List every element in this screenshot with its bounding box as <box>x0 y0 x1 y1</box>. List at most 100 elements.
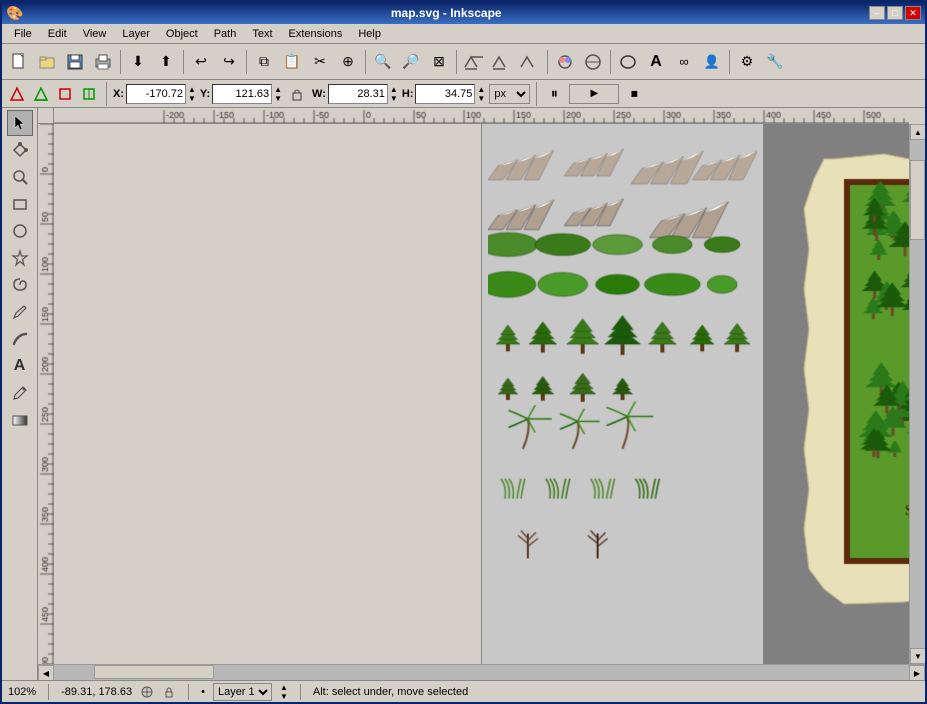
toolbar-sep-8 <box>729 50 730 74</box>
preferences-button[interactable]: 🔧 <box>762 49 788 75</box>
scroll-down-button[interactable]: ▼ <box>910 648 925 664</box>
redo-button[interactable]: ↪ <box>216 49 242 75</box>
main-content-row: ▲ ▼ <box>38 124 925 664</box>
h-spin-up[interactable]: ▲ <box>477 85 485 94</box>
select-tool[interactable] <box>7 110 33 136</box>
h-label: H: <box>402 88 414 100</box>
snap-tool-3[interactable] <box>517 49 543 75</box>
scroll-left-button[interactable]: ◀ <box>38 665 54 680</box>
circle-tool[interactable] <box>7 218 33 244</box>
new-button[interactable] <box>6 49 32 75</box>
zoom-fit-button[interactable]: ⊠ <box>426 49 452 75</box>
minimize-button[interactable]: – <box>869 6 885 20</box>
text-tool[interactable]: A <box>7 353 33 379</box>
scroll-h-track[interactable] <box>54 665 909 680</box>
spiral-tool[interactable] <box>7 272 33 298</box>
pencil-tool[interactable] <box>7 299 33 325</box>
text-tool-btn[interactable]: A <box>643 49 669 75</box>
print-button[interactable] <box>90 49 116 75</box>
zoom-out-button[interactable]: 🔎 <box>398 49 424 75</box>
scroll-v-thumb[interactable] <box>910 160 925 240</box>
import-button[interactable]: ⬇ <box>125 49 151 75</box>
menu-help[interactable]: Help <box>350 26 389 42</box>
snap-icon-2[interactable] <box>30 83 52 105</box>
y-spin-down[interactable]: ▼ <box>274 94 282 103</box>
x-coord-group: X: ▲ ▼ <box>113 84 196 104</box>
copy-button[interactable]: ⧉ <box>251 49 277 75</box>
y-spin-up[interactable]: ▲ <box>274 85 282 94</box>
open-button[interactable] <box>34 49 60 75</box>
color-tool-1[interactable] <box>552 49 578 75</box>
snap-tool-1[interactable] <box>461 49 487 75</box>
layer-down-btn[interactable]: ▼ <box>280 692 288 701</box>
zoom-tool[interactable] <box>7 164 33 190</box>
menu-extensions[interactable]: Extensions <box>281 26 351 42</box>
node-edit-tool[interactable] <box>7 137 33 163</box>
scroll-h-thumb[interactable] <box>94 665 214 679</box>
x-input[interactable] <box>126 84 186 104</box>
calligraphy-tool[interactable] <box>7 326 33 352</box>
snap-tool-2[interactable] <box>489 49 515 75</box>
menu-file[interactable]: File <box>6 26 40 42</box>
maximize-button[interactable]: □ <box>887 6 903 20</box>
h-spin-down[interactable]: ▼ <box>477 94 485 103</box>
menu-view[interactable]: View <box>75 26 115 42</box>
xml-editor-button[interactable]: ⚙ <box>734 49 760 75</box>
x-spin-up[interactable]: ▲ <box>188 85 196 94</box>
menu-path[interactable]: Path <box>206 26 245 42</box>
snap-icon-1[interactable] <box>6 83 28 105</box>
spray-tool-btn[interactable]: 👤 <box>699 49 725 75</box>
h-input[interactable] <box>415 84 475 104</box>
w-spin-down[interactable]: ▼ <box>390 94 398 103</box>
cursor-icon <box>140 685 154 699</box>
toolbar-sep-4 <box>365 50 366 74</box>
status-sep-3 <box>300 684 301 700</box>
snap-icon-4[interactable] <box>78 83 100 105</box>
rect-tool[interactable] <box>7 191 33 217</box>
ruler-corner <box>38 108 54 124</box>
main-canvas[interactable] <box>774 134 909 654</box>
y-input[interactable] <box>212 84 272 104</box>
status-message: Alt: select under, move selected <box>313 686 468 698</box>
toolbar-sep-6 <box>547 50 548 74</box>
x-spin-down[interactable]: ▼ <box>188 94 196 103</box>
unit-select[interactable]: px mm cm in <box>489 84 530 104</box>
menu-text[interactable]: Text <box>244 26 280 42</box>
lock-aspect-button[interactable] <box>286 83 308 105</box>
coords-toolbar: X: ▲ ▼ Y: ▲ ▼ W: ▲ ▼ <box>2 80 925 108</box>
node-tool-btn[interactable]: ∞ <box>671 49 697 75</box>
symbols-canvas[interactable] <box>488 130 757 648</box>
scroll-right-button[interactable]: ▶ <box>909 665 925 680</box>
w-spin-up[interactable]: ▲ <box>390 85 398 94</box>
gradient-tool[interactable] <box>7 407 33 433</box>
export-button[interactable]: ⬆ <box>153 49 179 75</box>
menu-edit[interactable]: Edit <box>40 26 75 42</box>
scroll-up-button[interactable]: ▲ <box>910 124 925 140</box>
w-input[interactable] <box>328 84 388 104</box>
object-fill-button[interactable] <box>615 49 641 75</box>
menu-object[interactable]: Object <box>158 26 206 42</box>
work-area: A <box>2 108 925 680</box>
clone-button[interactable]: ⊕ <box>335 49 361 75</box>
eyedropper-tool[interactable] <box>7 380 33 406</box>
layer-select[interactable]: Layer 1 <box>213 683 272 701</box>
star-tool[interactable] <box>7 245 33 271</box>
menu-layer[interactable]: Layer <box>114 26 158 42</box>
zoom-in-button[interactable]: 🔍 <box>370 49 396 75</box>
save-button[interactable] <box>62 49 88 75</box>
stop-button[interactable]: ⏹ <box>623 83 645 105</box>
pause-button[interactable]: ⏸ <box>543 83 565 105</box>
layer-up-btn[interactable]: ▲ <box>280 683 288 692</box>
cut-button[interactable]: ✂ <box>307 49 333 75</box>
undo-button[interactable]: ↩ <box>188 49 214 75</box>
snap-icon-3[interactable] <box>54 83 76 105</box>
paste-button[interactable]: 📋 <box>279 49 305 75</box>
canvas-area-wrapper: ▲ ▼ ◀ ▶ <box>38 108 925 680</box>
layer-bullet: • <box>201 686 205 698</box>
statusbar: 102% -89.31, 178.63 • Layer 1 ▲ ▼ Alt: s… <box>2 680 925 702</box>
close-button[interactable]: ✕ <box>905 6 921 20</box>
toolbar-sep-5 <box>456 50 457 74</box>
main-canvas-area[interactable] <box>764 124 909 664</box>
color-tool-2[interactable] <box>580 49 606 75</box>
scroll-v-track[interactable] <box>910 140 925 648</box>
